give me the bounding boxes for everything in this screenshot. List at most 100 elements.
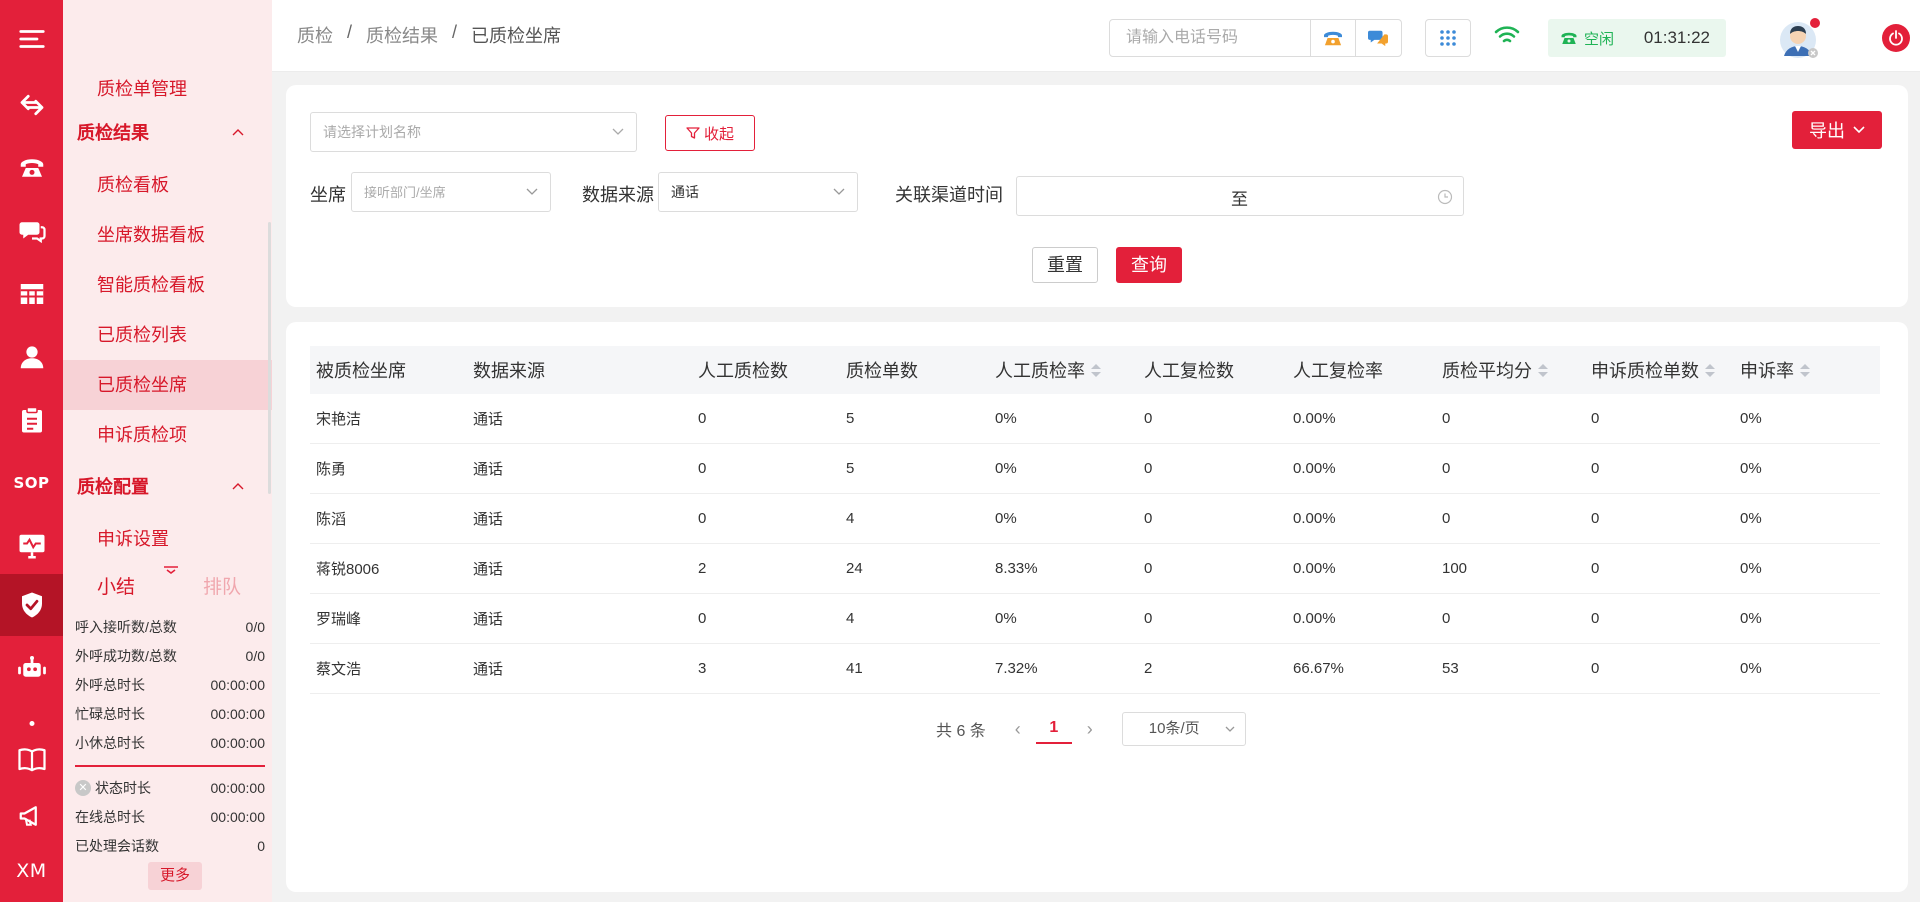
- swap-arrows-icon[interactable]: [0, 74, 63, 136]
- sidebar-item-appeal-items[interactable]: 申诉质检项: [63, 410, 272, 460]
- sidebar-group-qc-config[interactable]: 质检配置: [63, 460, 272, 514]
- top-header: 质检 / 质检结果 / 已质检坐席 空闲 01:31:22: [272, 0, 1920, 72]
- col-header-sortable[interactable]: 申诉率: [1734, 357, 1880, 383]
- logout-button[interactable]: [1882, 24, 1910, 52]
- more-button[interactable]: 更多: [148, 862, 202, 890]
- sort-caret-icon[interactable]: [1538, 363, 1548, 377]
- sort-caret-icon[interactable]: [1091, 363, 1101, 377]
- page-number[interactable]: 1: [1035, 714, 1072, 744]
- plan-name-select[interactable]: 请选择计划名称: [310, 112, 637, 152]
- table-row[interactable]: 陈勇 通话 0 5 0% 0 0.00% 0 0 0%: [310, 444, 1880, 494]
- sort-caret-icon[interactable]: [1800, 363, 1810, 377]
- chat-icon[interactable]: [0, 200, 63, 262]
- breadcrumb-item[interactable]: 质检结果: [366, 22, 438, 48]
- table-cell: 0%: [995, 410, 1017, 427]
- menu-icon[interactable]: [0, 8, 63, 70]
- sidebar-scrollbar[interactable]: [268, 222, 271, 494]
- table-cell: 0.00%: [1293, 510, 1336, 527]
- breadcrumb-item[interactable]: 质检: [297, 22, 333, 48]
- table-cell: 7.32%: [995, 660, 1038, 677]
- date-range-separator: 至: [1231, 190, 1248, 209]
- table-cell: 100: [1442, 560, 1468, 577]
- table-row[interactable]: 蔡文浩 通话 3 41 7.32% 2 66.67% 53 0 0%: [310, 644, 1880, 694]
- table-cell: 2: [698, 560, 707, 577]
- telephone-icon[interactable]: [0, 137, 63, 199]
- table-cell: 通话: [473, 461, 504, 478]
- prev-page-icon[interactable]: ‹: [1008, 719, 1028, 740]
- dial-button[interactable]: [1310, 20, 1355, 56]
- phone-dial-box: [1109, 19, 1402, 57]
- clipboard-icon[interactable]: [0, 389, 63, 451]
- pagination: 共 6 条 ‹ 1 › 10条/页: [936, 712, 1246, 746]
- sidebar-item-qc-board[interactable]: 质检看板: [63, 160, 272, 210]
- time-filter-label: 关联渠道时间: [895, 185, 1003, 205]
- wifi-icon: [1494, 26, 1520, 43]
- xm-icon[interactable]: XM: [0, 840, 63, 902]
- table-row[interactable]: 宋艳洁 通话 0 5 0% 0 0.00% 0 0 0%: [310, 394, 1880, 444]
- col-header-sortable[interactable]: 质检平均分: [1436, 357, 1585, 383]
- page-size-select[interactable]: 10条/页: [1121, 712, 1246, 746]
- apps-grid-button[interactable]: [1425, 19, 1471, 57]
- sop-icon[interactable]: SOP: [0, 452, 63, 514]
- table-cell: 通话: [473, 661, 504, 678]
- table-row[interactable]: 蒋锐8006 通话 2 24 8.33% 0 0.00% 100 0 0%: [310, 544, 1880, 594]
- tab-queue[interactable]: 排队: [203, 572, 241, 599]
- sidebar-group-qc-results[interactable]: 质检结果: [63, 106, 272, 160]
- table-cell: 5: [846, 460, 855, 477]
- agent-status[interactable]: 空闲 01:31:22: [1548, 19, 1726, 57]
- col-header: 人工复检数: [1144, 361, 1234, 381]
- phone-number-input[interactable]: [1110, 20, 1310, 56]
- sidebar-item-qc-order-mgmt[interactable]: 质检单管理: [63, 72, 272, 106]
- table-row[interactable]: 陈滔 通话 0 4 0% 0 0.00% 0 0 0%: [310, 494, 1880, 544]
- sidebar-item-smart-qc-board[interactable]: 智能质检看板: [63, 260, 272, 310]
- close-circle-icon[interactable]: ✕: [75, 779, 91, 796]
- next-page-icon[interactable]: ›: [1080, 719, 1100, 740]
- table-cell: 0%: [1740, 510, 1762, 527]
- breadcrumb-current: 已质检坐席: [471, 26, 562, 46]
- table-cell: 0%: [995, 460, 1017, 477]
- shield-check-icon[interactable]: [0, 574, 63, 636]
- clock-icon: [1437, 189, 1453, 205]
- dial-phone-icon: [1324, 31, 1342, 46]
- agent-select[interactable]: 接听部门/坐席: [351, 172, 551, 212]
- col-header: 质检单数: [846, 361, 918, 381]
- megaphone-icon[interactable]: [0, 785, 63, 847]
- tab-indicator-icon: [164, 566, 178, 574]
- agent-person-icon[interactable]: [0, 326, 63, 388]
- sort-caret-icon[interactable]: [1705, 363, 1715, 377]
- table-cell: 蒋锐8006: [316, 561, 380, 578]
- filter-panel: 请选择计划名称 收起 导出 坐席 接听部门/坐席 数据来源 通话 关联渠道时间 …: [286, 85, 1908, 307]
- avatar[interactable]: [1778, 18, 1820, 58]
- stat-row: ✕ 状态时长 00:00:00: [75, 773, 265, 802]
- monitor-icon[interactable]: [0, 515, 63, 577]
- table-cell: 0: [1591, 610, 1600, 627]
- table-cell: 24: [846, 560, 863, 577]
- table-cell: 0: [698, 610, 707, 627]
- table-row[interactable]: 罗瑞峰 通话 0 4 0% 0 0.00% 0 0 0%: [310, 594, 1880, 644]
- sidebar-item-qc-list[interactable]: 已质检列表: [63, 310, 272, 360]
- sidebar-item-appeal-settings[interactable]: 申诉设置: [63, 514, 272, 564]
- query-button[interactable]: 查询: [1116, 247, 1182, 283]
- book-icon[interactable]: [0, 728, 63, 790]
- col-header-sortable[interactable]: 申诉质检单数: [1585, 357, 1734, 383]
- table-cell: 0.00%: [1293, 560, 1336, 577]
- agent-filter-label: 坐席: [310, 185, 346, 205]
- col-header-sortable[interactable]: 人工质检率: [989, 357, 1138, 383]
- status-timer: 01:31:22: [1643, 28, 1710, 47]
- sidebar-item-qc-agents[interactable]: 已质检坐席: [63, 360, 272, 410]
- table-cell: 53: [1442, 660, 1459, 677]
- date-range-picker[interactable]: 至: [1016, 176, 1464, 216]
- collapse-filter-button[interactable]: 收起: [665, 115, 755, 151]
- dots-grid-icon: [1440, 30, 1456, 46]
- col-header: 数据来源: [473, 361, 545, 381]
- table-cell: 0.00%: [1293, 410, 1336, 427]
- stat-row: 呼入接听数/总数 0/0: [75, 618, 265, 635]
- export-button[interactable]: 导出: [1792, 111, 1882, 149]
- data-source-select[interactable]: 通话: [658, 172, 858, 212]
- table-body: 宋艳洁 通话 0 5 0% 0 0.00% 0 0 0% 陈勇 通话 0 5 0% 0 0.00% 0 0 0% 陈滔通…: [310, 394, 1880, 694]
- table-grid-icon[interactable]: [0, 263, 63, 325]
- message-button[interactable]: [1355, 20, 1400, 56]
- tab-summary[interactable]: 小结: [97, 572, 135, 599]
- reset-button[interactable]: 重置: [1032, 247, 1098, 283]
- sidebar-item-agent-data-board[interactable]: 坐席数据看板: [63, 210, 272, 260]
